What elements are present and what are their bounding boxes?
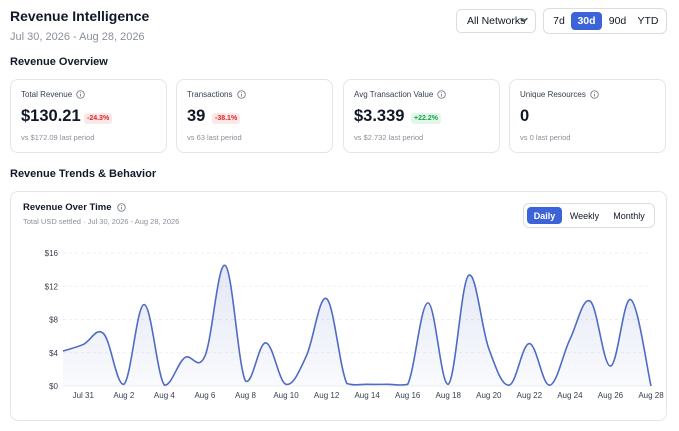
change-badge: -24.3% <box>84 113 113 124</box>
metric-label: Total Revenue <box>21 90 73 99</box>
chart-title: Revenue Over Time <box>23 202 112 213</box>
metric-compare: vs 63 last period <box>187 133 242 142</box>
period-ytd-button[interactable]: YTD <box>634 12 662 30</box>
metric-label: Transactions <box>187 90 233 99</box>
period-30d-button[interactable]: 30d <box>571 12 602 30</box>
metric-compare: vs $172.09 last period <box>21 133 95 142</box>
network-select-value: All Networks <box>467 15 526 27</box>
metric-compare: vs $2.732 last period <box>354 133 424 142</box>
metric-card-unique-resources: Unique Resources 0 vs 0 last period <box>509 79 666 153</box>
overview-section-title: Revenue Overview <box>10 56 108 68</box>
granularity-daily-button[interactable]: Daily <box>527 207 562 224</box>
metric-value: 39 <box>187 107 206 125</box>
info-icon[interactable] <box>437 90 446 99</box>
revenue-chart-card: Revenue Over Time Total USD settled · Ju… <box>10 191 667 421</box>
info-icon[interactable] <box>236 90 246 99</box>
chart-title-wrap: Revenue Over Time <box>23 202 126 213</box>
page-title: Revenue Intelligence <box>10 8 150 24</box>
info-icon[interactable] <box>590 90 599 99</box>
change-badge: -38.1% <box>212 113 241 124</box>
metric-card-avg-transaction-value: Avg Transaction Value $3.339 +22.2% vs $… <box>343 79 500 153</box>
chevron-down-icon <box>520 17 528 23</box>
period-selector: 7d 30d 90d YTD <box>543 8 667 34</box>
period-90d-button[interactable]: 90d <box>604 12 631 30</box>
metric-label: Avg Transaction Value <box>354 90 434 99</box>
info-icon[interactable] <box>116 203 126 212</box>
date-range: Jul 30, 2026 - Aug 28, 2026 <box>10 31 145 43</box>
metric-compare: vs 0 last period <box>520 133 571 142</box>
metric-value: $3.339 <box>354 107 405 125</box>
page-header: Revenue Intelligence Jul 30, 2026 - Aug … <box>10 8 149 43</box>
metric-value: 0 <box>520 107 530 125</box>
network-select[interactable]: All Networks <box>456 9 536 33</box>
granularity-monthly-button[interactable]: Monthly <box>607 207 651 224</box>
granularity-weekly-button[interactable]: Weekly <box>564 207 605 224</box>
metric-card-transactions: Transactions 39 -38.1% vs 63 last period <box>176 79 333 153</box>
granularity-selector: Daily Weekly Monthly <box>523 203 655 228</box>
change-badge: +22.2% <box>411 113 441 124</box>
chart-subtitle: Total USD settled · Jul 30, 2026 - Aug 2… <box>23 217 180 226</box>
metric-label-wrap: Transactions <box>187 90 246 99</box>
metric-label-wrap: Avg Transaction Value <box>354 90 446 99</box>
metric-value: $130.21 <box>21 107 81 125</box>
period-7d-button[interactable]: 7d <box>548 12 570 30</box>
trends-section-title: Revenue Trends & Behavior <box>10 168 157 180</box>
metric-label: Unique Resources <box>520 90 586 99</box>
metric-label-wrap: Unique Resources <box>520 90 599 99</box>
metric-card-total-revenue: Total Revenue $130.21 -24.3% vs $172.09 … <box>10 79 167 153</box>
metric-label-wrap: Total Revenue <box>21 90 85 99</box>
info-icon[interactable] <box>76 90 85 99</box>
